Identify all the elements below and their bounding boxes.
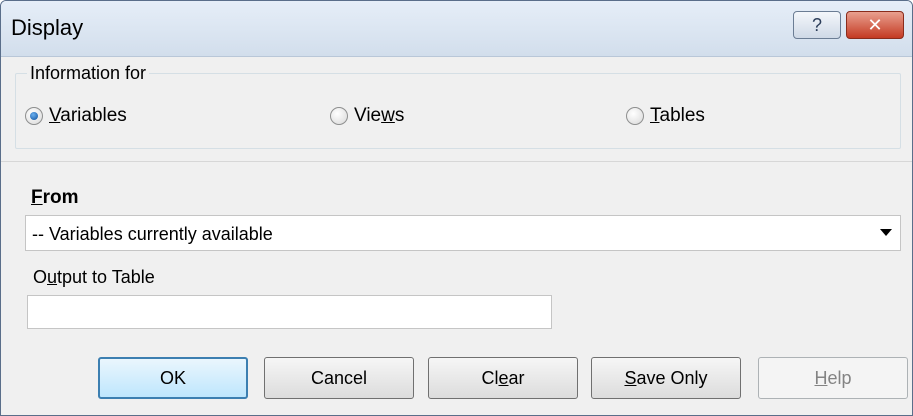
close-icon: ✕ [867, 14, 883, 35]
radio-views-label: Views [354, 105, 405, 126]
radio-checked-icon[interactable] [25, 107, 43, 125]
output-to-table-label: Output to Table [33, 267, 155, 287]
radio-variables[interactable]: Variables [25, 105, 127, 127]
save-only-button-label: Save Only [624, 367, 708, 388]
radio-tables[interactable]: Tables [626, 105, 705, 127]
radio-variables-label: Variables [49, 105, 127, 126]
close-button[interactable]: ✕ [846, 11, 904, 39]
from-selected-value: -- Variables currently available [32, 224, 273, 244]
ok-button[interactable]: OK [98, 357, 248, 399]
group-legend: Information for [27, 63, 150, 84]
help-button: Help [758, 357, 908, 399]
window-title: Display [11, 15, 84, 40]
information-for-group [15, 73, 901, 149]
radio-unchecked-icon[interactable] [330, 107, 348, 125]
help-button-label: Help [814, 367, 852, 388]
cancel-button[interactable]: Cancel [264, 357, 414, 399]
radio-unchecked-icon[interactable] [626, 107, 644, 125]
ok-button-label: OK [159, 367, 186, 388]
save-only-button[interactable]: Save Only [591, 357, 741, 399]
chevron-down-icon[interactable] [880, 229, 892, 236]
from-label: From [31, 187, 79, 208]
from-dropdown[interactable]: -- Variables currently available [25, 215, 901, 251]
display-dialog: Display ? ✕ Information for Variables Vi… [0, 0, 913, 416]
question-mark-icon: ? [811, 14, 822, 35]
radio-views[interactable]: Views [330, 105, 404, 127]
output-to-table-input[interactable] [27, 295, 552, 329]
title-bar: Display ? ✕ [1, 1, 912, 57]
clear-button[interactable]: Clear [428, 357, 578, 399]
radio-tables-label: Tables [650, 105, 705, 126]
separator [1, 161, 912, 162]
cancel-button-label: Cancel [310, 367, 368, 388]
clear-button-label: Clear [481, 367, 525, 388]
title-help-button[interactable]: ? [793, 11, 841, 39]
